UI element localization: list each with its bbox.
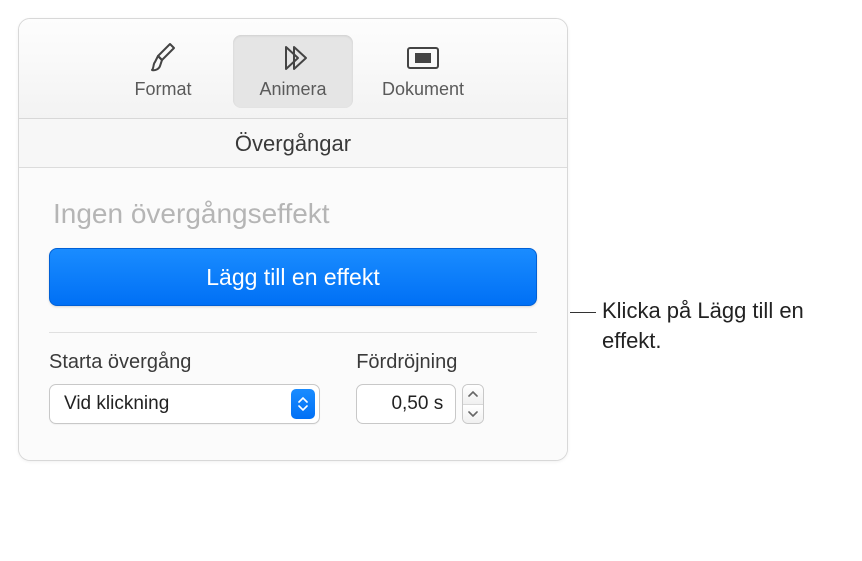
tab-animate[interactable]: Animera [233, 35, 353, 108]
delay-control [356, 384, 537, 424]
start-transition-value: Vid klickning [64, 393, 291, 415]
chevron-up-icon [468, 391, 478, 397]
tab-format[interactable]: Format [103, 35, 223, 108]
content-area: Ingen övergångseffekt Lägg till en effek… [19, 168, 567, 460]
tab-document-label: Dokument [382, 79, 464, 100]
start-transition-select[interactable]: Vid klickning [49, 384, 320, 424]
paintbrush-icon [148, 41, 178, 75]
start-transition-group: Starta övergång Vid klickning [49, 351, 320, 424]
inspector-panel: Format Animera Dokument Övergångar In [18, 18, 568, 461]
tab-document[interactable]: Dokument [363, 35, 483, 108]
animate-icon [272, 41, 314, 75]
start-transition-label: Starta övergång [49, 351, 320, 374]
delay-stepper [462, 384, 484, 424]
delay-label: Fördröjning [356, 351, 537, 374]
no-effect-label: Ingen övergångseffekt [49, 198, 537, 230]
delay-group: Fördröjning [356, 351, 537, 424]
delay-input[interactable] [356, 384, 456, 424]
tab-animate-label: Animera [259, 79, 326, 100]
divider [49, 332, 537, 333]
options-row: Starta övergång Vid klickning Fördröjnin… [49, 351, 537, 424]
chevron-updown-icon [291, 389, 315, 419]
section-title: Övergångar [19, 119, 567, 168]
stepper-up-button[interactable] [463, 385, 483, 405]
tab-format-label: Format [134, 79, 191, 100]
callout-connector [570, 312, 596, 313]
document-icon [404, 41, 442, 75]
stepper-down-button[interactable] [463, 405, 483, 424]
callout-text: Klicka på Lägg till en effekt. [602, 296, 832, 355]
chevron-down-icon [468, 411, 478, 417]
add-effect-button[interactable]: Lägg till en effekt [49, 248, 537, 306]
toolbar: Format Animera Dokument [19, 19, 567, 119]
